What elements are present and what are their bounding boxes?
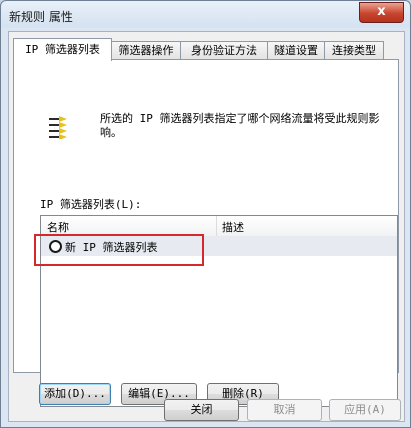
filter-list-icon [49, 116, 67, 139]
add-button[interactable]: 添加(D)... [39, 383, 111, 405]
description-text: 所选的 IP 筛选器列表指定了哪个网络流量将受此规则影响。 [100, 112, 380, 139]
tab-connection-type[interactable]: 连接类型 [324, 41, 384, 60]
annotation-highlight-box [34, 234, 204, 266]
dialog-client-area: IP 筛选器列表 筛选器操作 身份验证方法 隧道设置 连接类型 所选的 IP 筛… [8, 31, 405, 422]
cancel-button[interactable]: 取消 [247, 399, 322, 421]
close-window-button[interactable]: x [359, 2, 404, 23]
tab-filter-action[interactable]: 筛选器操作 [111, 41, 181, 60]
properties-dialog: 新规则 属性 x IP 筛选器列表 筛选器操作 身份验证方法 隧道设置 连接类型… [0, 0, 411, 428]
tab-ip-filter-list[interactable]: IP 筛选器列表 [13, 38, 112, 61]
window-title: 新规则 属性 [9, 10, 73, 24]
column-header-name[interactable]: 名称 [47, 219, 69, 235]
close-button[interactable]: 关闭 [164, 399, 239, 421]
column-separator[interactable] [216, 216, 217, 236]
tab-strip: IP 筛选器列表 筛选器操作 身份验证方法 隧道设置 连接类型 [13, 38, 398, 61]
column-header-description[interactable]: 描述 [222, 219, 244, 235]
filter-list-label: IP 筛选器列表(L): [40, 198, 142, 211]
tab-authentication-methods[interactable]: 身份验证方法 [180, 41, 268, 60]
tab-tunnel-settings[interactable]: 隧道设置 [267, 41, 325, 60]
tab-panel-ip-filter-list: 所选的 IP 筛选器列表指定了哪个网络流量将受此规则影响。 IP 筛选器列表(L… [13, 59, 399, 407]
title-bar[interactable]: 新规则 属性 x [1, 1, 410, 29]
apply-button[interactable]: 应用(A) [329, 399, 401, 421]
